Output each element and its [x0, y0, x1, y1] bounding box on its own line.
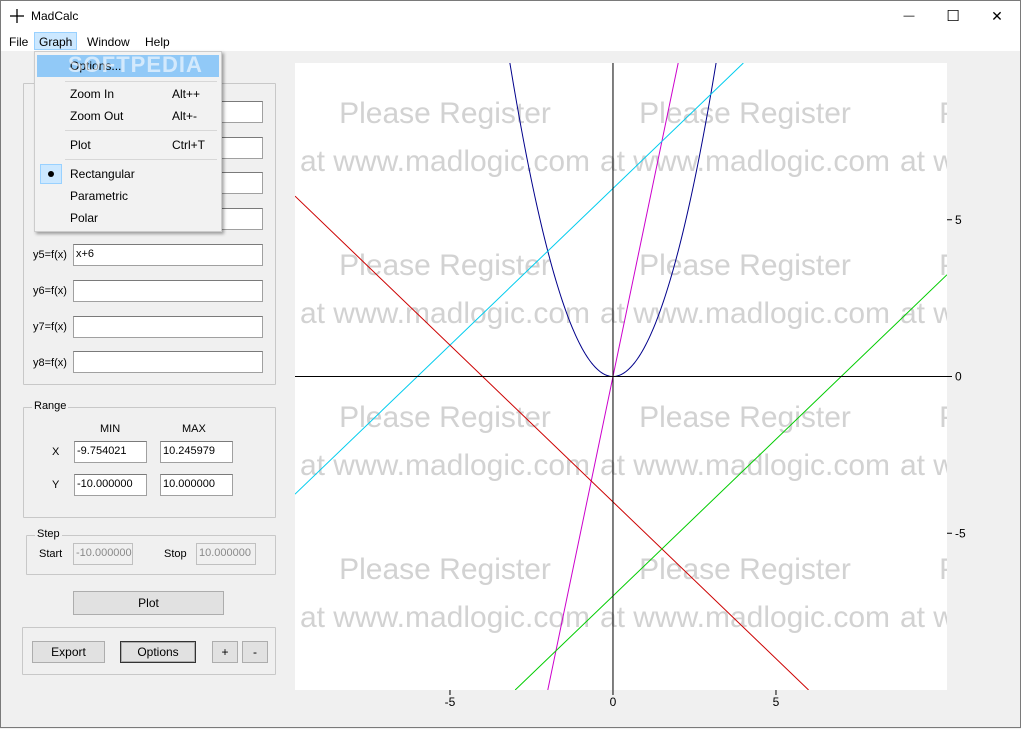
- watermark-register: Please Register: [339, 401, 551, 434]
- y-tick-label: -5: [955, 526, 966, 540]
- menu-item-rectangular[interactable]: Rectangular: [37, 163, 219, 185]
- watermark-url: at www.madlogic.com: [300, 297, 590, 330]
- watermark-url: at www.madlogic.com: [600, 449, 890, 482]
- x-tick-label: 0: [610, 695, 617, 709]
- watermark-register: Please Register: [939, 97, 1021, 130]
- watermark-url: at www.madlogic.com: [900, 449, 1021, 482]
- madcalc-window: MadCalc — ☐ ✕ File Graph Window Help y5=…: [0, 0, 1021, 728]
- watermark-url: at www.madlogic.com: [300, 449, 590, 482]
- watermark-register: Please Register: [339, 97, 551, 130]
- menu-item-zoom-in[interactable]: Zoom In Alt++: [37, 83, 219, 105]
- y-tick-label: 0: [955, 370, 962, 384]
- watermark-register: Please Register: [639, 401, 851, 434]
- menu-separator: [65, 81, 217, 82]
- menu-item-polar[interactable]: Polar: [37, 207, 219, 229]
- radio-bullet-icon: [48, 171, 54, 177]
- menu-separator: [65, 159, 217, 160]
- watermark-url: at www.madlogic.com: [300, 601, 590, 634]
- watermark-register: Please Register: [939, 553, 1021, 586]
- watermark-url: at www.madlogic.com: [900, 145, 1021, 178]
- watermark-register: Please Register: [639, 97, 851, 130]
- watermark-url: at www.madlogic.com: [900, 601, 1021, 634]
- watermark-register: Please Register: [939, 401, 1021, 434]
- menu-item-plot[interactable]: Plot Ctrl+T: [37, 134, 219, 156]
- watermark-url: at www.madlogic.com: [300, 145, 590, 178]
- x-tick-label: -5: [445, 695, 456, 709]
- menu-item-zoom-out[interactable]: Zoom Out Alt+-: [37, 105, 219, 127]
- y-tick-label: 5: [955, 213, 962, 227]
- menu-separator: [65, 130, 217, 131]
- watermark-url: at www.madlogic.com: [600, 297, 890, 330]
- watermark-register: Please Register: [939, 249, 1021, 282]
- menu-item-parametric[interactable]: Parametric: [37, 185, 219, 207]
- graph-dropdown-menu: Options... SOFTPEDIA Zoom In Alt++ Zoom …: [34, 51, 222, 232]
- watermark-register: Please Register: [339, 249, 551, 282]
- softpedia-watermark: SOFTPEDIA: [68, 52, 203, 77]
- watermark-register: Please Register: [339, 553, 551, 586]
- watermark-url: at www.madlogic.com: [600, 145, 890, 178]
- x-tick-label: 5: [773, 695, 780, 709]
